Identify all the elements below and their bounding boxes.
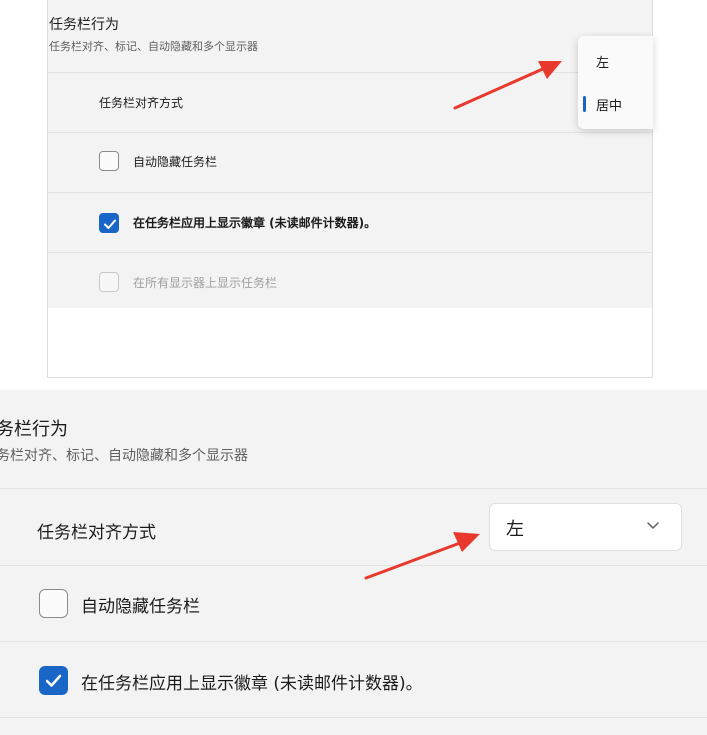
bottom-autohide-label: 自动隐藏任务栏 (81, 597, 200, 617)
dropdown-option-left[interactable]: 左 (596, 52, 609, 71)
bottom-badges-checkbox[interactable] (39, 666, 68, 695)
top-section-subtitle: 任务栏对齐、标记、自动隐藏和多个显示器 (49, 40, 258, 53)
top-autohide-checkbox[interactable] (99, 151, 119, 171)
bottom-section-subtitle: 务栏对齐、标记、自动隐藏和多个显示器 (0, 448, 248, 464)
alignment-dropdown-menu[interactable]: 左 居中 (578, 36, 653, 129)
alignment-select-value: 左 (506, 519, 524, 540)
selected-indicator (583, 96, 586, 112)
red-arrow-icon (364, 532, 480, 580)
bottom-autohide-checkbox[interactable] (39, 589, 68, 618)
bottom-divider (0, 717, 707, 718)
top-all-displays-label: 在所有显示器上显示任务栏 (133, 276, 278, 290)
chevron-down-icon (647, 522, 659, 529)
checkmark-icon (104, 219, 116, 229)
top-autohide-label: 自动隐藏任务栏 (133, 155, 218, 169)
top-alignment-label: 任务栏对齐方式 (99, 96, 184, 110)
top-divider (48, 192, 652, 193)
bottom-badges-label: 在任务栏应用上显示徽章 (未读邮件计数器)。 (81, 674, 423, 694)
top-badges-checkbox[interactable] (99, 213, 119, 233)
bottom-settings-panel: 务栏行为 务栏对齐、标记、自动隐藏和多个显示器 任务栏对齐方式 左 自动隐藏任务… (0, 390, 707, 735)
top-all-displays-checkbox[interactable] (99, 272, 119, 292)
dropdown-option-center[interactable]: 居中 (596, 95, 622, 114)
bottom-section-title: 务栏行为 (0, 419, 68, 440)
alignment-select[interactable]: 左 (489, 503, 682, 551)
bottom-divider (0, 488, 707, 489)
checkmark-icon (45, 674, 62, 687)
bottom-divider (0, 641, 707, 642)
top-divider (48, 132, 652, 133)
top-badges-label: 在任务栏应用上显示徽章 (未读邮件计数器)。 (133, 216, 377, 230)
top-divider (48, 252, 652, 253)
bottom-divider (0, 565, 707, 566)
red-arrow-icon (453, 61, 562, 110)
top-section-title: 任务栏行为 (49, 17, 119, 33)
bottom-alignment-label: 任务栏对齐方式 (37, 523, 156, 543)
